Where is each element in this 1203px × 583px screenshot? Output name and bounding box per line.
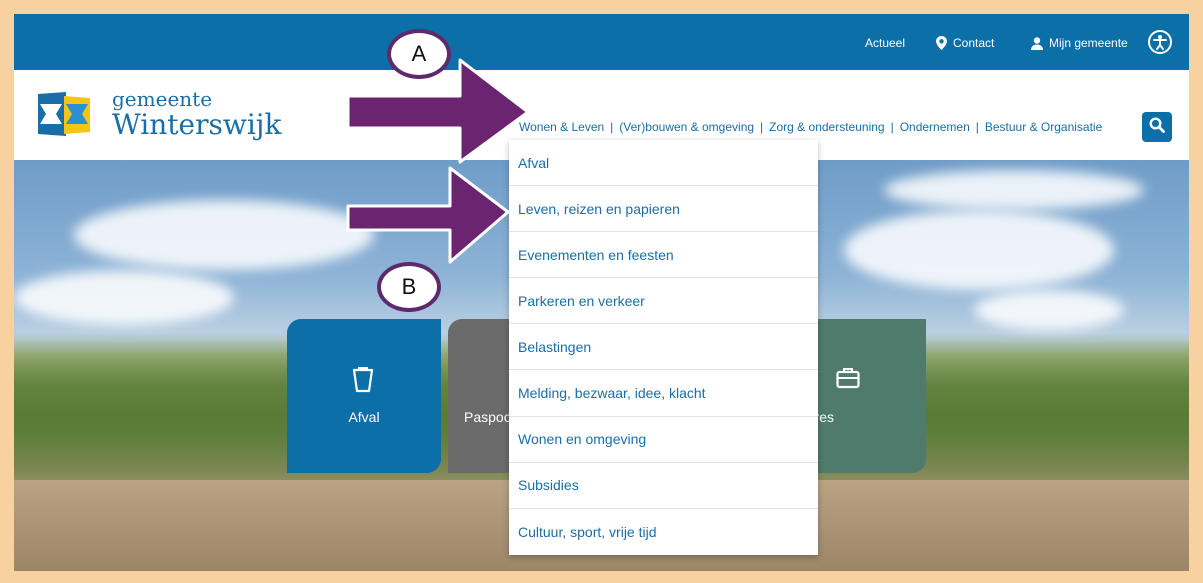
- site-logo-text[interactable]: gemeente Winterswijk: [112, 89, 281, 141]
- nav-separator: |: [610, 120, 614, 134]
- nav-ondernemen[interactable]: Ondernemen: [898, 120, 972, 134]
- nav-verbouwen-omgeving[interactable]: (Ver)bouwen & omgeving: [617, 120, 756, 134]
- contact-label: Contact: [953, 36, 995, 50]
- tile-afval-label: Afval: [348, 409, 380, 425]
- dropdown-item-subsidies[interactable]: Subsidies: [509, 463, 818, 509]
- cloud: [974, 290, 1124, 330]
- dropdown-item-leven-reizen-papieren[interactable]: Leven, reizen en papieren: [509, 186, 818, 233]
- actueel-label: Actueel: [865, 36, 906, 50]
- main-navigation: Wonen & Leven | (Ver)bouwen & omgeving |…: [517, 120, 1104, 148]
- dropdown-item-parkeren-verkeer[interactable]: Parkeren en verkeer: [509, 278, 818, 325]
- search-icon: [1149, 116, 1165, 138]
- contact-link[interactable]: Contact: [936, 36, 994, 50]
- cloud: [14, 270, 234, 325]
- logo-line-2: Winterswijk: [112, 108, 282, 141]
- mijn-gemeente-label: Mijn gemeente: [1049, 36, 1128, 50]
- actueel-link[interactable]: Actueel: [865, 36, 905, 50]
- nav-separator: |: [890, 120, 894, 134]
- briefcase-icon: [836, 367, 860, 394]
- nav-zorg-ondersteuning[interactable]: Zorg & ondersteuning: [767, 120, 886, 134]
- tile-afval[interactable]: Afval: [287, 319, 441, 473]
- dropdown-item-evenementen-feesten[interactable]: Evenementen en feesten: [509, 232, 818, 279]
- map-pin-icon: [936, 36, 947, 50]
- annotation-marker-a: A: [387, 29, 451, 79]
- dropdown-item-afval[interactable]: Afval: [509, 140, 818, 187]
- dropdown-item-wonen-omgeving[interactable]: Wonen en omgeving: [509, 417, 818, 463]
- winterswijk-logo-icon[interactable]: [36, 90, 92, 138]
- nav-bestuur-organisatie[interactable]: Bestuur & Organisatie: [983, 120, 1104, 134]
- user-icon: [1031, 36, 1043, 50]
- nav-separator: |: [760, 120, 764, 134]
- annotation-arrow-b: [346, 166, 510, 264]
- utility-bar: Actueel Contact Mijn gemeente: [14, 14, 1189, 70]
- wonen-leven-dropdown: Afval Leven, reizen en papieren Evenemen…: [509, 140, 818, 555]
- accessibility-icon[interactable]: [1148, 30, 1172, 54]
- logo-line-1: gemeente: [112, 87, 213, 111]
- annotation-marker-b: B: [377, 262, 441, 312]
- cloud: [844, 210, 1114, 290]
- search-button[interactable]: [1142, 112, 1172, 142]
- dropdown-item-melding-bezwaar[interactable]: Melding, bezwaar, idee, klacht: [509, 370, 818, 417]
- cloud: [74, 200, 374, 270]
- mijn-gemeente-link[interactable]: Mijn gemeente: [1031, 36, 1128, 50]
- dropdown-item-cultuur-sport[interactable]: Cultuur, sport, vrije tijd: [509, 509, 818, 555]
- nav-separator: |: [975, 120, 979, 134]
- dropdown-item-belastingen[interactable]: Belastingen: [509, 324, 818, 371]
- cloud: [884, 170, 1144, 210]
- browser-frame: Actueel Contact Mijn gemeente gemeente W…: [14, 14, 1189, 571]
- bin-icon: [351, 367, 375, 398]
